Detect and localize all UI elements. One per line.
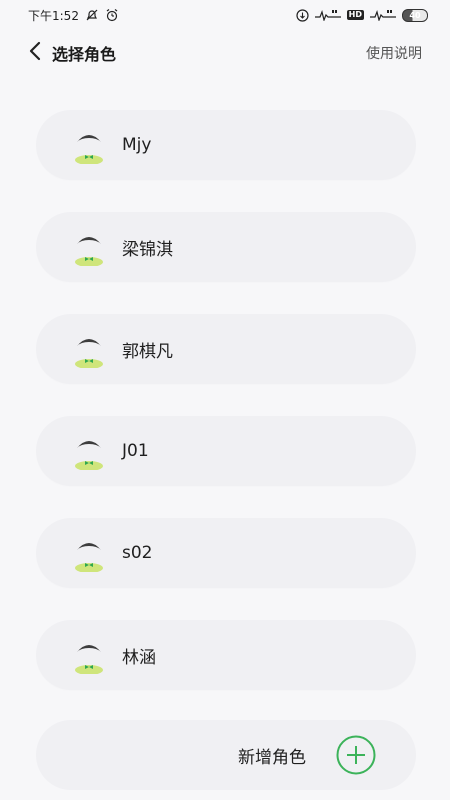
add-role-label: 新增角色 [238, 747, 306, 768]
role-name: 梁锦淇 [122, 239, 173, 260]
signal-strength-icon [314, 9, 341, 21]
avatar-icon [72, 534, 106, 572]
signal-strength-icon-2 [370, 9, 396, 21]
role-name: s02 [122, 543, 153, 563]
role-name: Mjy [122, 135, 152, 155]
back-button[interactable] [22, 38, 48, 68]
battery-level: 40 [409, 10, 421, 20]
plus-circle-icon [336, 735, 376, 775]
status-left: 下午1:52 [28, 7, 119, 24]
battery-icon: 40 [402, 8, 428, 22]
status-bar: 下午1:52 HD 40 [0, 0, 450, 30]
role-card[interactable]: J01 [36, 416, 416, 486]
hd-badge: HD [346, 10, 364, 20]
alarm-icon [105, 8, 119, 22]
role-name: J01 [122, 441, 149, 461]
role-card[interactable]: s02 [36, 518, 416, 588]
page-title: 选择角色 [52, 45, 117, 64]
chevron-left-icon [28, 41, 42, 65]
role-name: 郭棋凡 [122, 341, 173, 362]
role-card[interactable]: 林涵 [36, 620, 416, 690]
role-name: 林涵 [122, 647, 156, 668]
status-time: 下午1:52 [28, 8, 79, 23]
header: 选择角色 使用说明 [0, 30, 450, 76]
add-role-button[interactable]: 新增角色 [36, 720, 416, 790]
help-link[interactable]: 使用说明 [366, 43, 422, 63]
notification-off-icon [85, 8, 99, 22]
data-saver-icon [296, 8, 309, 22]
role-card[interactable]: 郭棋凡 [36, 314, 416, 384]
avatar-icon [72, 228, 106, 266]
role-card[interactable]: 梁锦淇 [36, 212, 416, 282]
avatar-icon [72, 330, 106, 368]
avatar-icon [72, 636, 106, 674]
status-right: HD 40 [296, 8, 428, 22]
role-card[interactable]: Mjy [36, 110, 416, 180]
avatar-icon [72, 126, 106, 164]
role-list: Mjy 梁锦淇 郭棋凡 J01 s02 林涵 [36, 110, 416, 722]
avatar-icon [72, 432, 106, 470]
